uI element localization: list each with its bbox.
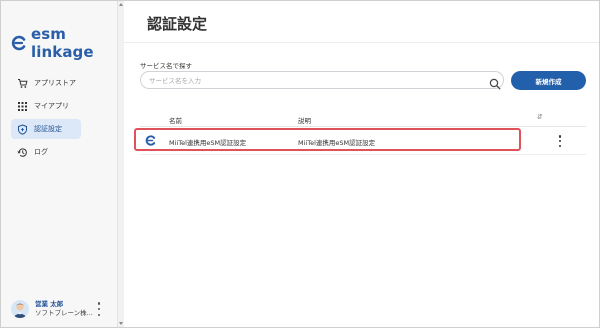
grid-icon [17, 101, 28, 112]
user-profile[interactable]: 営業 太郎 ソフトブレーン株... [11, 296, 111, 322]
sidebar-item-label: ログ [34, 148, 48, 156]
sidebar-item-label: 認証設定 [34, 125, 62, 133]
shield-icon [17, 123, 28, 135]
cart-icon [17, 78, 28, 89]
sidebar-item-appstore[interactable]: アプリストア [11, 73, 111, 93]
sidebar-item-myapps[interactable]: マイアプリ [11, 96, 111, 116]
highlight-annotation [134, 128, 521, 151]
user-name: 営業 太郎 [35, 300, 64, 308]
search-label: サービス名で探す [140, 62, 192, 70]
esm-logo-icon [11, 35, 27, 51]
new-button[interactable]: 新規作成 [511, 71, 586, 90]
app-logo[interactable]: esm linkage [11, 25, 117, 61]
sidebar-item-label: マイアプリ [34, 102, 69, 110]
search-box[interactable] [140, 71, 504, 90]
search-input[interactable] [149, 74, 479, 87]
scroll-up-arrow-icon[interactable] [119, 3, 123, 6]
sort-icon[interactable]: ⇵ [537, 113, 543, 121]
row-kebab-menu-icon[interactable] [557, 135, 563, 147]
history-icon [17, 147, 28, 158]
header-divider [124, 42, 599, 43]
user-menu-kebab-icon[interactable] [96, 302, 102, 316]
page-title: 認証設定 [147, 15, 208, 33]
sidebar: esm linkage アプリストア マイアプリ 認証設定 ログ 営業 太郎 ソ… [1, 1, 118, 327]
column-header-name: 名前 [169, 117, 182, 125]
sidebar-nav: アプリストア マイアプリ 認証設定 ログ [11, 73, 111, 165]
search-icon[interactable] [489, 75, 501, 90]
sidebar-item-auth-settings[interactable]: 認証設定 [11, 119, 81, 139]
scroll-down-arrow-icon[interactable] [119, 322, 123, 325]
sidebar-item-label: アプリストア [34, 79, 76, 87]
sidebar-item-log[interactable]: ログ [11, 142, 111, 162]
main-content: 認証設定 サービス名で探す 新規作成 名前 説明 ⇵ MiiTel連携用eSM認… [124, 1, 599, 327]
column-header-description: 説明 [298, 117, 311, 125]
brand-name: esm linkage [31, 25, 94, 61]
user-company: ソフトブレーン株... [35, 309, 93, 317]
avatar [11, 300, 29, 318]
table-header: 名前 説明 ⇵ [140, 113, 586, 127]
user-info: 営業 太郎 ソフトブレーン株... [35, 300, 93, 318]
